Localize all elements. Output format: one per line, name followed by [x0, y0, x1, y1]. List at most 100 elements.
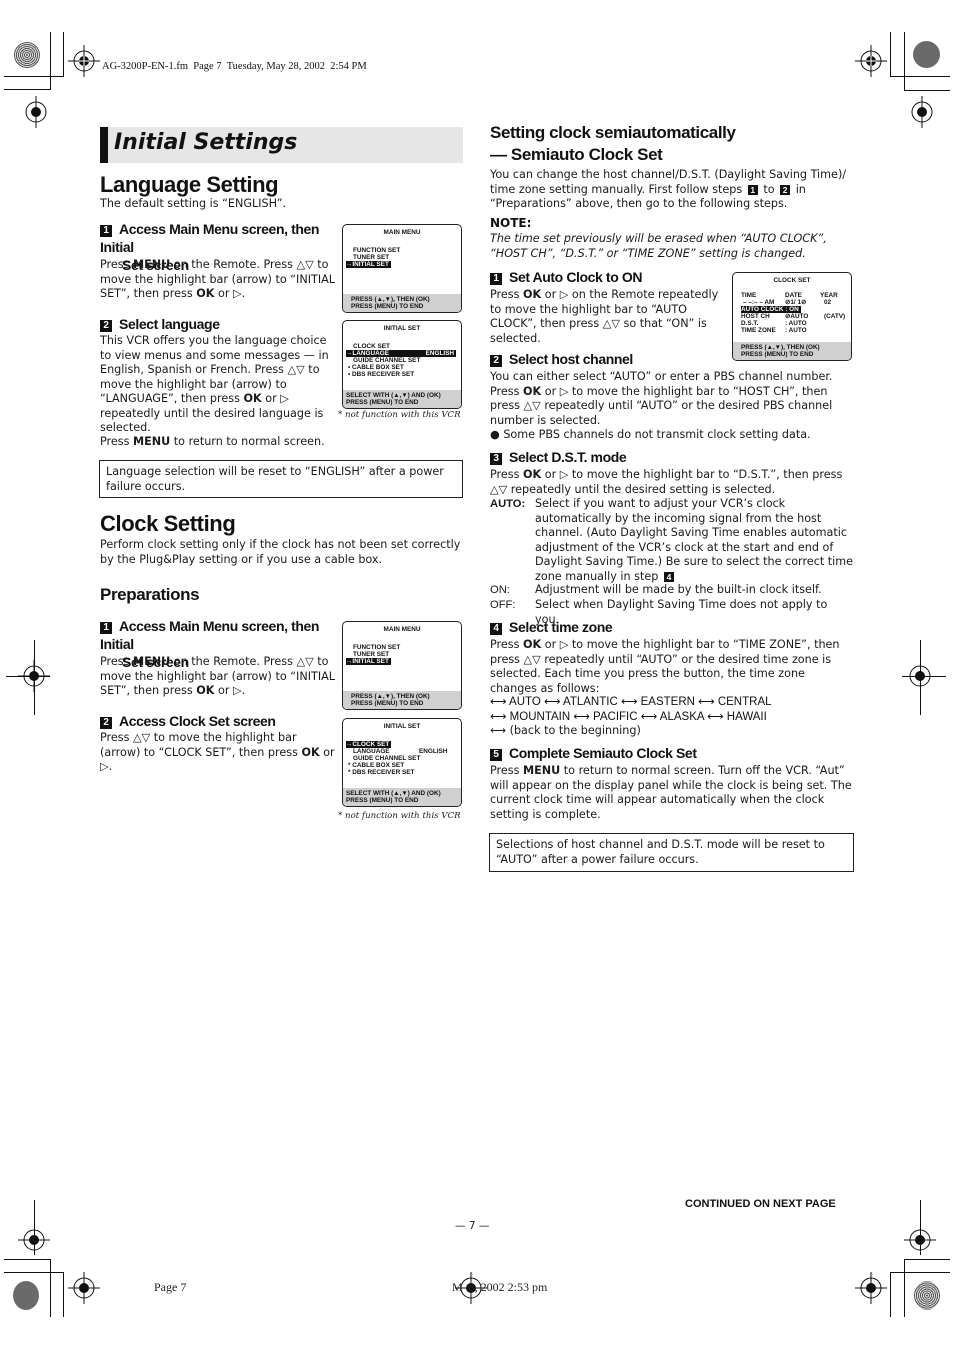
step-number-badge: 1 [100, 225, 112, 237]
language-step-2-text-return: Press MENU to return to normal screen. [100, 435, 325, 448]
note-label: NOTE: [490, 216, 532, 230]
continued-on-next-page: CONTINUED ON NEXT PAGE [685, 1198, 836, 1210]
print-page-label: Page 7 [154, 1280, 187, 1294]
crop-mark [904, 32, 906, 90]
clock-step-1-text: Press MENU on the Remote. Press △▽ to mo… [100, 655, 336, 697]
registration-mark-icon [68, 45, 100, 77]
dst-option-on: ON: Adjustment will be made by the built… [490, 583, 822, 596]
semiauto-step-5-title: 5 Complete Semiauto Clock Set [490, 744, 697, 762]
language-note-box: Language selection will be reset to “ENG… [99, 460, 463, 498]
semiauto-step-3-text: Press OK or ▷ to move the highlight bar … [490, 468, 843, 496]
clock-step-2-text: Press △▽ to move the highlight bar (arro… [100, 731, 335, 773]
crop-mark [6, 676, 50, 678]
osd-initial-set-clock-screen: INITIAL SET →CLOCK SET LANGUAGE ENGLISH G… [342, 718, 462, 807]
color-target-bottom-right [914, 1281, 940, 1310]
page-title-band: Initial Settings [100, 127, 463, 163]
language-setting-heading: Language Setting [100, 172, 279, 197]
semiauto-note-box: Selections of host channel and D.S.T. mo… [489, 833, 854, 872]
crop-mark [904, 1259, 906, 1317]
clock-step-2-title: 2 Access Clock Set screen [100, 712, 276, 730]
page-number: — 7 — [455, 1220, 490, 1232]
preparations-heading: Preparations [100, 585, 200, 604]
file-info-header: AG-3200P-EN-1.fm Page 7 Tuesday, May 28,… [102, 61, 367, 72]
step-number-badge: 1 [100, 622, 112, 634]
osd-selected-item: →INITIAL SET [346, 658, 391, 665]
color-target-top-left [14, 42, 40, 68]
crop-mark [4, 1272, 64, 1274]
step-number-badge: 5 [490, 749, 502, 761]
language-step-2-title: 2 Select language [100, 315, 220, 333]
step-ref-badge: 4 [663, 571, 674, 582]
osd-footer: SELECT WITH (▲,▼) AND (OK) PRESS (MENU) … [343, 390, 461, 408]
registration-mark-icon [25, 96, 47, 128]
osd-main-menu-screen: MAIN MENU FUNCTION SET TUNER SET →INITIA… [342, 621, 462, 710]
clock-setting-intro: Perform clock setting only if the clock … [100, 538, 461, 566]
title-bar-accent [100, 127, 108, 163]
registration-mark-icon [855, 45, 887, 77]
semiauto-intro: You can change the host channel/D.S.T. (… [490, 168, 847, 210]
semiauto-step-4-text: Press OK or ▷ to move the highlight bar … [490, 638, 840, 695]
crop-mark [50, 1259, 52, 1317]
crop-mark [63, 32, 65, 77]
crop-mark [920, 1200, 922, 1255]
crop-mark [902, 676, 946, 678]
osd-clock-set-screen: CLOCK SET TIME DATE YEAR – –:– – AM ⊘1/ … [732, 272, 852, 361]
time-zone-sequence: ⟷ AUTO ⟷ ATLANTIC ⟷ EASTERN ⟷ CENTRAL ⟷ … [490, 696, 772, 737]
crop-mark [904, 90, 950, 92]
note-text: The time set previously will be erased w… [490, 232, 827, 260]
registration-mark-icon [911, 96, 933, 128]
osd-footnote: * not function with this VCR [338, 811, 461, 821]
semiauto-step-1-title: 1 Set Auto Clock to ON [490, 268, 642, 286]
osd-footer: SELECT WITH (▲,▼) AND (OK) PRESS (MENU) … [343, 788, 461, 806]
crop-mark [904, 1259, 950, 1261]
clock-setting-heading: Clock Setting [100, 511, 236, 536]
crop-mark [890, 76, 950, 78]
osd-selected-item: AUTO CLOCK : ON [741, 306, 801, 313]
step-number-badge: 2 [100, 717, 112, 729]
crop-mark [50, 32, 52, 90]
semiauto-step-3-title: 3 Select D.S.T. mode [490, 448, 627, 466]
crop-mark [890, 1272, 950, 1274]
semiauto-heading: Setting clock semiautomatically — Semiau… [490, 123, 736, 164]
language-setting-intro: The default setting is “ENGLISH”. [100, 197, 287, 210]
osd-footnote: * not function with this VCR [338, 410, 461, 420]
osd-selected-item: →CLOCK SET [346, 741, 392, 748]
crop-mark [34, 640, 36, 715]
osd-footer: PRESS (▲,▼), THEN (OK) PRESS (MENU) TO E… [733, 342, 851, 360]
step-number-badge: 4 [490, 623, 502, 635]
osd-selected-item: →INITIAL SET [346, 261, 391, 268]
print-timestamp: M 8, 2002 2:53 pm [452, 1280, 548, 1294]
language-step-2-text: This VCR offers you the language choice … [100, 334, 329, 434]
step-ref-badge: 1 [747, 184, 758, 195]
crop-mark [63, 1272, 65, 1317]
crop-mark [34, 1200, 36, 1255]
crop-mark [4, 89, 50, 91]
color-target-top-right [913, 41, 940, 68]
color-target-bottom-left [13, 1281, 39, 1310]
crop-mark [890, 1272, 892, 1317]
semiauto-step-5-text: Press MENU to return to normal screen. T… [490, 764, 852, 821]
semiauto-step-2-text: You can either select “AUTO” or enter a … [490, 370, 833, 427]
osd-selected-item: →LANGUAGE ENGLISH [346, 350, 456, 357]
semiauto-step-1-text: Press OK or ▷ on the Remote repeatedly t… [490, 288, 719, 345]
page-title: Initial Settings [114, 130, 298, 155]
osd-footer: PRESS (▲,▼), THEN (OK) PRESS (MENU) TO E… [343, 294, 461, 312]
osd-initial-set-language-screen: INITIAL SET CLOCK SET →LANGUAGE ENGLISH G… [342, 320, 462, 409]
osd-footer: PRESS (▲,▼), THEN (OK) PRESS (MENU) TO E… [343, 691, 461, 709]
step-number-badge: 1 [490, 273, 502, 285]
crop-mark [920, 640, 922, 715]
crop-mark [4, 76, 64, 78]
semiauto-step-2-bullet: ● Some PBS channels do not transmit cloc… [490, 428, 811, 441]
semiauto-step-2-title: 2 Select host channel [490, 350, 633, 368]
step-number-badge: 3 [490, 453, 502, 465]
crop-mark [890, 32, 892, 77]
osd-main-menu-screen: MAIN MENU FUNCTION SET TUNER SET →INITIA… [342, 224, 462, 313]
registration-mark-icon [855, 1272, 887, 1304]
crop-mark [4, 1259, 50, 1261]
step-number-badge: 2 [490, 355, 502, 367]
registration-mark-icon [68, 1272, 100, 1304]
dst-option-auto: AUTO: Select if you want to adjust your … [490, 497, 854, 583]
step-ref-badge: 2 [780, 184, 791, 195]
language-step-1-text: Press MENU on the Remote. Press △▽ to mo… [100, 258, 336, 300]
step-number-badge: 2 [100, 320, 112, 332]
